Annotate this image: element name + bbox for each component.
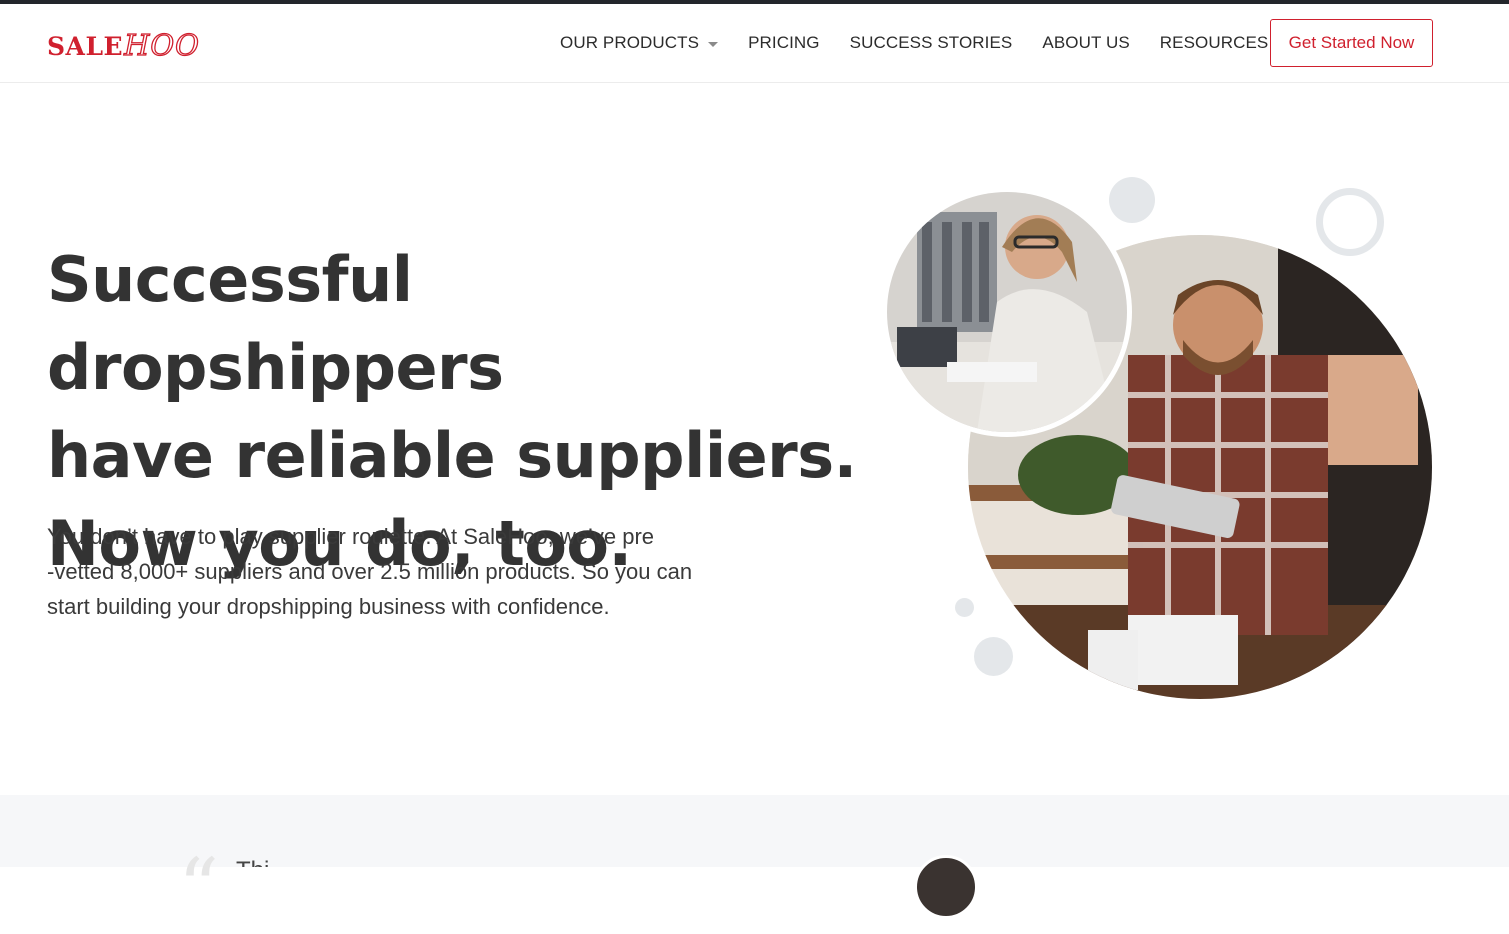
decorative-bubble [955,598,974,617]
hero-heading-line: have reliable suppliers. [47,419,857,492]
logo-text-hoo: HOO [123,27,200,62]
quote-icon: “ [178,841,219,934]
hero-description-line: -vetted 8,000+ suppliers and over 2.5 mi… [47,559,693,584]
testimonial-text: Thi [236,856,269,867]
nav-label: ABOUT US [1042,33,1130,52]
testimonial-avatar [914,855,978,919]
site-header: SALE HOO OUR PRODUCTS PRICING SUCCESS ST… [0,4,1509,83]
woman-at-desk-photo [887,192,1127,432]
logo-text-sale: SALE [47,32,124,61]
decorative-bubble [974,637,1013,676]
nav-pricing[interactable]: PRICING [748,33,820,53]
nav-about-us[interactable]: ABOUT US [1042,33,1129,53]
nav-success-stories[interactable]: SUCCESS STORIES [850,33,1013,53]
main-nav: OUR PRODUCTS PRICING SUCCESS STORIES ABO… [560,4,1288,82]
nav-label: OUR PRODUCTS [560,33,700,52]
hero-description-line: start building your dropshipping busines… [47,594,610,619]
nav-label: RESOURCES [1159,33,1269,52]
nav-label: PRICING [748,33,820,52]
decorative-bubble [1109,177,1155,223]
nav-resources[interactable]: RESOURCES [1160,33,1288,53]
decorative-ring [1316,188,1384,256]
hero-description-line: You don’t have to play supplier roulette… [47,524,655,549]
testimonial-section [0,795,1509,867]
hero-description: You don’t have to play supplier roulette… [47,519,747,624]
get-started-button[interactable]: Get Started Now [1270,19,1433,67]
woman-photo-frame [882,187,1132,437]
hero-heading-line: Successful dropshippers [47,243,504,404]
nav-our-products[interactable]: OUR PRODUCTS [560,33,719,53]
salehoo-logo[interactable]: SALE HOO [47,27,200,62]
chevron-down-icon [708,41,719,47]
nav-label: SUCCESS STORIES [849,33,1013,52]
